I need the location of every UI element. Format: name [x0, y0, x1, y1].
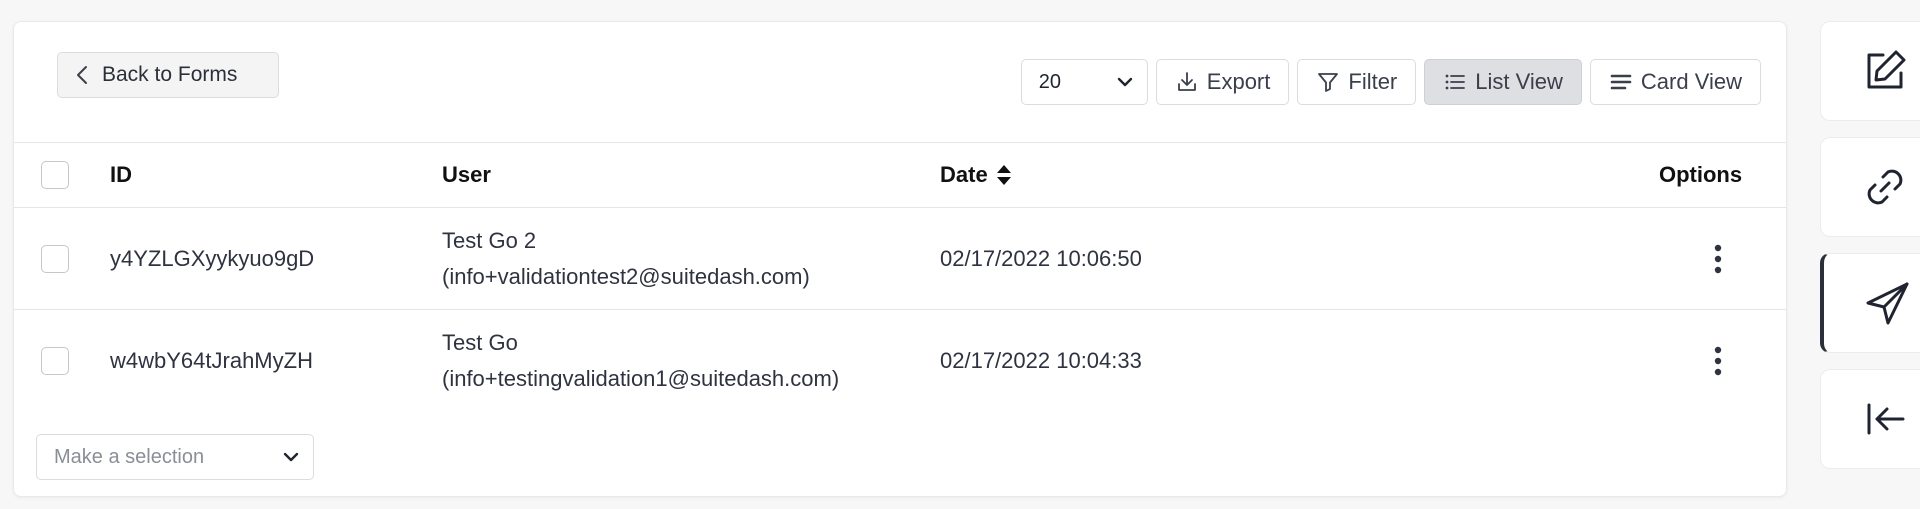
table-header: ID User Date Options: [14, 142, 1786, 207]
submission-id: w4wbY64tJrahMyZH: [110, 347, 313, 373]
list-icon: [1445, 74, 1466, 90]
export-button[interactable]: Export: [1155, 59, 1290, 105]
column-header-id: ID: [110, 162, 132, 187]
form-submissions-panel: Back to Forms 20 Export Filter List View…: [13, 21, 1787, 497]
select-all-checkbox[interactable]: [41, 161, 69, 189]
user-name: Test Go: [442, 329, 518, 355]
row-options-button[interactable]: [1698, 208, 1738, 309]
edit-icon: [1867, 50, 1906, 89]
bulk-action-placeholder: Make a selection: [54, 445, 205, 468]
filter-button[interactable]: Filter: [1297, 59, 1417, 105]
more-vertical-icon: [1714, 346, 1722, 375]
per-page-select[interactable]: 20: [1020, 59, 1148, 105]
per-page-value: 20: [1038, 70, 1062, 93]
table-row: y4YZLGXyykyuo9gD Test Go 2 (info+validat…: [14, 207, 1786, 309]
send-tool-button[interactable]: [1820, 253, 1920, 353]
collapse-icon: [1867, 403, 1905, 435]
submission-date: 02/17/2022 10:06:50: [940, 245, 1142, 271]
submissions-table: ID User Date Options y4YZLGXyykyuo9gD Te…: [14, 142, 1786, 411]
column-header-user: User: [442, 162, 491, 187]
toolbar: 20 Export Filter List View Card View: [1020, 59, 1761, 105]
link-tool-button[interactable]: [1820, 137, 1920, 237]
back-to-forms-label: Back to Forms: [102, 63, 238, 86]
submission-user: Test Go 2 (info+validationtest2@suitedas…: [442, 208, 810, 309]
card-view-button[interactable]: Card View: [1589, 59, 1761, 105]
row-checkbox-cell: [41, 310, 69, 411]
download-icon: [1177, 72, 1196, 91]
table-row: w4wbY64tJrahMyZH Test Go (info+testingva…: [14, 309, 1786, 411]
edit-tool-button[interactable]: [1820, 21, 1920, 121]
filter-label: Filter: [1348, 69, 1398, 94]
select-all-cell: [41, 143, 69, 207]
chevron-down-icon: [283, 452, 299, 462]
card-view-label: Card View: [1640, 69, 1742, 94]
user-name: Test Go 2: [442, 227, 537, 253]
list-view-button[interactable]: List View: [1424, 59, 1582, 105]
user-email: (info+validationtest2@suitedash.com): [442, 263, 810, 289]
filter-icon: [1318, 73, 1339, 92]
submission-user: Test Go (info+testingvalidation1@suiteda…: [442, 310, 839, 411]
column-header-options: Options: [1659, 162, 1743, 187]
column-header-date-label: Date: [940, 162, 988, 187]
card-view-icon: [1610, 74, 1632, 90]
submission-id: y4YZLGXyykyuo9gD: [110, 245, 315, 271]
chevron-left-icon: [77, 66, 87, 84]
list-view-label: List View: [1475, 69, 1563, 94]
link-icon: [1867, 169, 1903, 205]
row-checkbox[interactable]: [41, 244, 69, 273]
row-options-button[interactable]: [1698, 310, 1738, 411]
send-icon: [1866, 282, 1909, 325]
row-checkbox-cell: [41, 208, 69, 309]
sort-icon: [996, 165, 1011, 185]
submission-date: 02/17/2022 10:04:33: [940, 347, 1142, 373]
bulk-action-select[interactable]: Make a selection: [36, 434, 314, 480]
column-header-date[interactable]: Date: [940, 143, 1012, 207]
more-vertical-icon: [1714, 244, 1722, 273]
export-label: Export: [1206, 69, 1271, 94]
row-checkbox[interactable]: [41, 346, 69, 375]
back-to-forms-button[interactable]: Back to Forms: [57, 52, 279, 98]
user-email: (info+testingvalidation1@suitedash.com): [442, 365, 840, 391]
collapse-panel-button[interactable]: [1820, 369, 1920, 469]
chevron-down-icon: [1117, 77, 1132, 87]
